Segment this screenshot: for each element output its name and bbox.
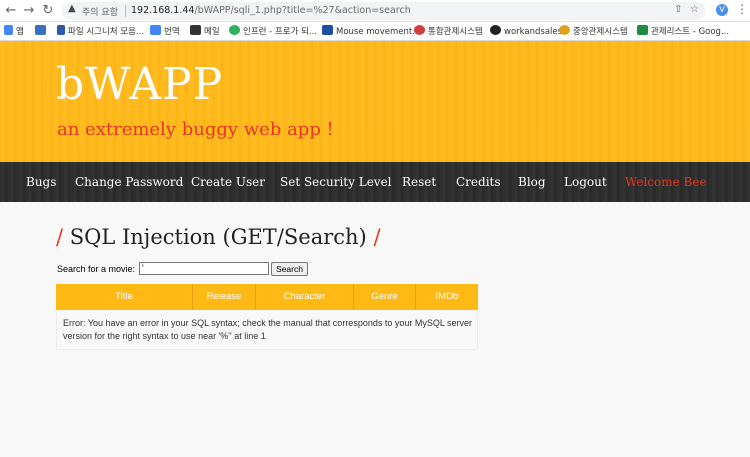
reload-icon[interactable]: ↻ — [40, 3, 56, 19]
bookmark-mouse-movement[interactable]: Mouse movement... — [322, 25, 420, 39]
page-title-text: SQL Injection (GET/Search) — [69, 225, 367, 249]
address-divider — [125, 5, 126, 17]
bookmark-central-control[interactable]: 중앙관제시스템 — [559, 25, 628, 39]
bookmark-apps[interactable]: 앱 — [4, 25, 24, 39]
column-imdb: IMDb — [435, 291, 459, 302]
bookmark-control-list[interactable]: 관제리스트 - Goog... — [637, 25, 729, 39]
url-text[interactable]: 192.168.1.44/bWAPP/sqli_1.php?title=%27&… — [131, 5, 411, 16]
menu-change-password[interactable]: Change Password — [75, 174, 183, 190]
translate-favicon-icon — [150, 25, 161, 35]
magnifier-favicon-icon — [57, 25, 65, 35]
bookmark-translate[interactable]: 번역 — [150, 25, 180, 39]
column-title: Title — [56, 284, 193, 310]
bookmark-inflearn[interactable]: 인프런 - 프로가 되... — [229, 25, 317, 39]
menu-logout[interactable]: Logout — [564, 174, 607, 190]
bookmark-integrated-control[interactable]: 통합관제시스템 — [414, 25, 483, 39]
menu-bugs[interactable]: Bugs — [26, 174, 56, 190]
site-favicon-icon — [35, 25, 46, 35]
site-tagline: an extremely buggy web app ! — [57, 119, 334, 140]
extension-icon[interactable]: V — [716, 4, 728, 16]
workandsales-favicon-icon — [490, 25, 501, 35]
sheets-favicon-icon — [637, 25, 648, 35]
address-bar[interactable]: ▲ 주의 요함 192.168.1.44/bWAPP/sqli_1.php?ti… — [62, 2, 706, 20]
menu-create-user[interactable]: Create User — [191, 174, 265, 190]
control-favicon-icon — [414, 25, 425, 35]
central-favicon-icon — [559, 25, 570, 35]
share-icon[interactable]: ⇧ — [674, 4, 682, 15]
bookmark-mail[interactable]: 메일 — [190, 25, 220, 39]
search-label: Search for a movie: — [57, 264, 136, 274]
mouse-favicon-icon — [322, 25, 333, 35]
security-warning[interactable]: 주의 요함 — [82, 5, 118, 18]
title-slash-right: / — [373, 225, 381, 249]
site-logo[interactable]: bWAPP — [56, 63, 223, 107]
bookmark-file-signature[interactable]: 파일 시그니처 모음... — [57, 25, 144, 39]
table-row: Error: You have an error in your SQL syn… — [56, 310, 478, 350]
page-title: / SQL Injection (GET/Search) / — [56, 224, 381, 250]
movie-search-input[interactable]: ' — [139, 262, 269, 275]
star-icon[interactable]: ☆ — [690, 4, 699, 15]
welcome-user: Welcome Bee — [625, 175, 707, 189]
mail-favicon-icon — [190, 25, 201, 35]
menu-credits[interactable]: Credits — [456, 174, 501, 190]
back-arrow-icon[interactable]: ← — [3, 3, 19, 19]
bookmark-blank[interactable] — [35, 25, 49, 39]
column-release: Release — [193, 284, 256, 310]
bookmark-workandsales[interactable]: workandsales — [490, 25, 562, 39]
inflearn-favicon-icon — [229, 25, 240, 35]
column-genre: Genre — [354, 284, 416, 310]
browser-toolbar: ← → ↻ ▲ 주의 요함 192.168.1.44/bWAPP/sqli_1.… — [0, 0, 750, 22]
apps-grid-icon — [4, 25, 13, 35]
more-menu-icon[interactable]: ⋮ — [736, 2, 748, 16]
menu-reset[interactable]: Reset — [402, 174, 436, 190]
sql-error-message: Error: You have an error in your SQL syn… — [63, 318, 473, 341]
warning-icon[interactable]: ▲ — [68, 3, 76, 14]
menu-blog[interactable]: Blog — [518, 174, 546, 190]
table-header: Title Release Character Genre IMDb — [56, 284, 478, 310]
menu-set-security-level[interactable]: Set Security Level — [280, 174, 392, 190]
column-character: Character — [256, 284, 354, 310]
bookmarks-bar: 앱 파일 시그니처 모음... 번역 메일 인프런 - 프로가 되... Mou… — [0, 22, 750, 41]
search-button[interactable]: Search — [271, 262, 308, 276]
forward-arrow-icon[interactable]: → — [21, 3, 37, 19]
title-slash-left: / — [56, 225, 64, 249]
